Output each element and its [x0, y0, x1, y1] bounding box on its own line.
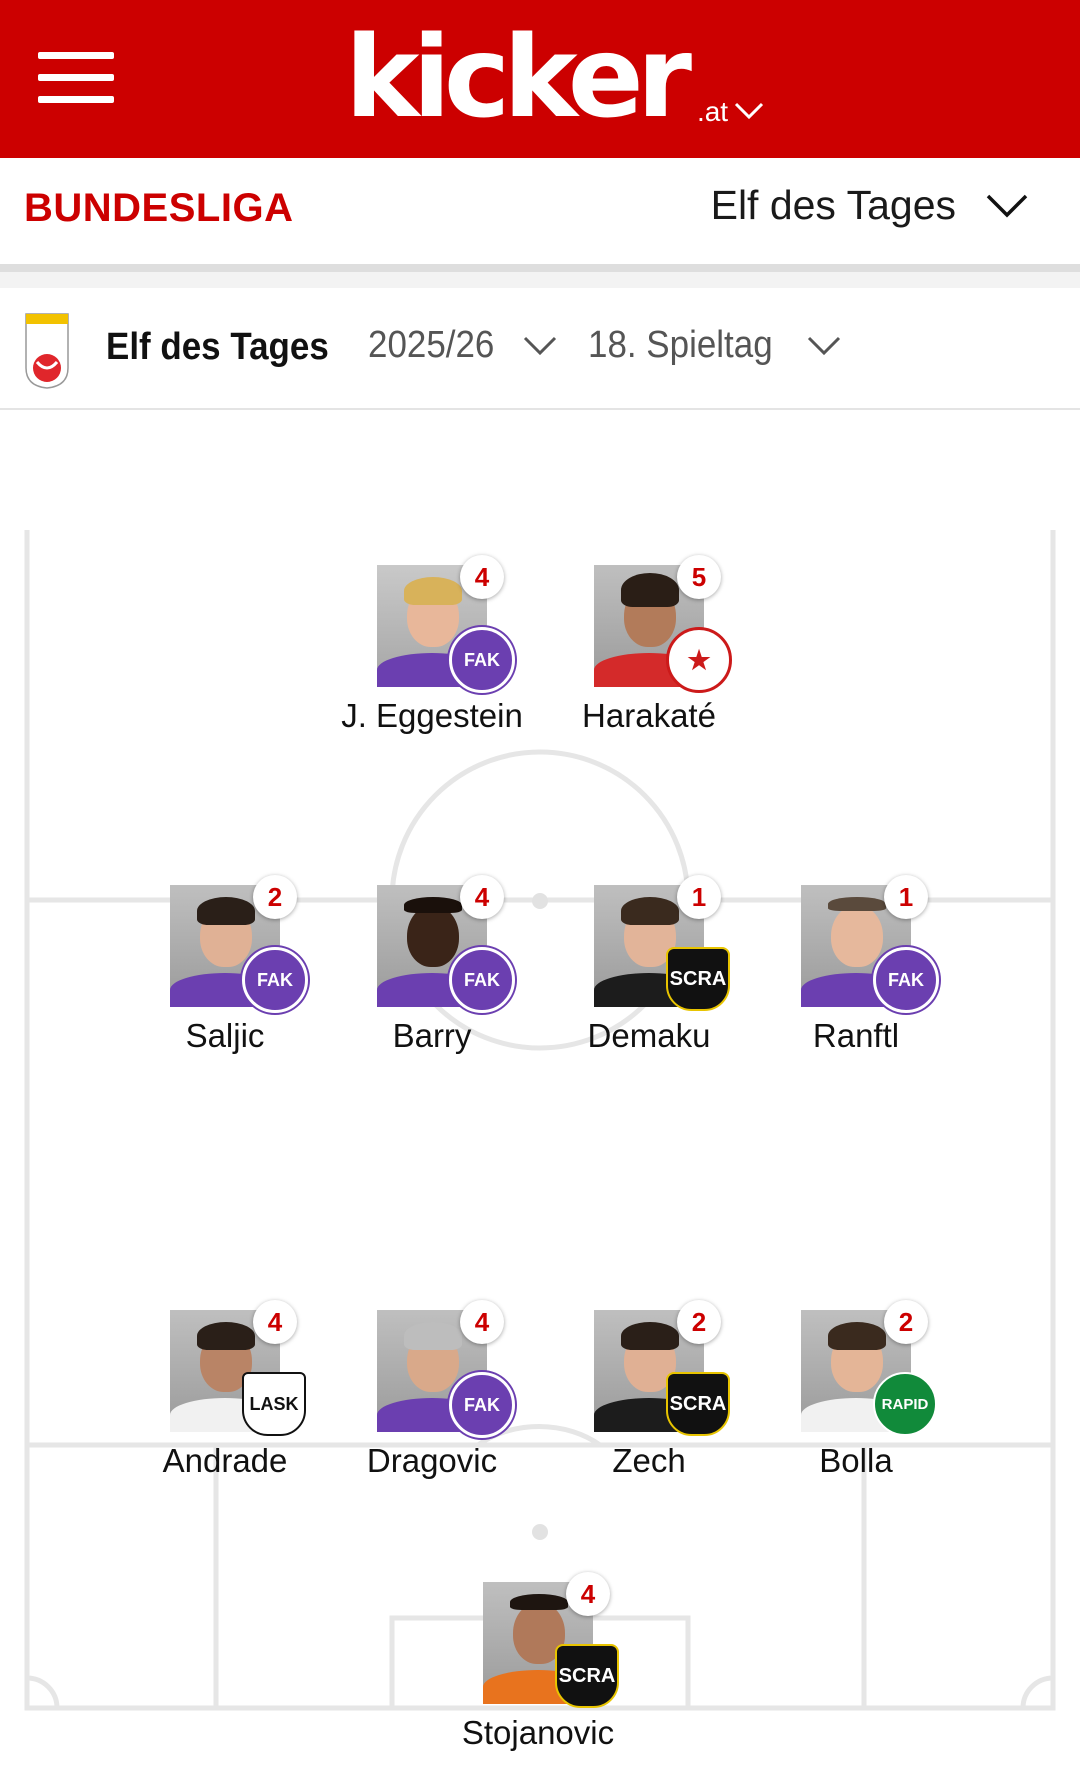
rating-badge: 4: [460, 555, 504, 599]
player-name: J. Eggestein: [341, 697, 523, 734]
player-card[interactable]: SCRA 1 Demaku: [549, 875, 749, 1075]
season-dropdown[interactable]: 2025/26: [368, 324, 557, 367]
matchday-dropdown[interactable]: 18. Spieltag: [588, 324, 841, 367]
kicker-logo[interactable]: kicker .at: [345, 14, 764, 134]
player-card[interactable]: RAPID 2 Bolla: [756, 1300, 956, 1500]
club-crest-lask-icon: LASK: [242, 1372, 306, 1436]
rating-badge: 4: [566, 1572, 610, 1616]
player-name: Harakaté: [582, 697, 716, 734]
divider: [0, 264, 1080, 272]
player-card[interactable]: ★ 5 Harakaté: [549, 555, 749, 755]
player-card[interactable]: FAK 4 Dragovic: [332, 1300, 532, 1500]
player-name: Andrade: [162, 1442, 288, 1479]
club-crest-fak-icon: FAK: [873, 947, 939, 1013]
season-label: 2025/26: [368, 324, 495, 366]
club-crest-rapid-icon: RAPID: [873, 1372, 937, 1436]
player-card[interactable]: SCRA 4 Stojanovic: [438, 1572, 638, 1772]
section-dropdown[interactable]: Elf des Tages: [711, 182, 1028, 229]
rating-badge: 2: [677, 1300, 721, 1344]
club-crest-scra-icon: SCRA: [555, 1644, 619, 1708]
rating-badge: 4: [460, 875, 504, 919]
club-crest-gak-icon: ★: [666, 627, 732, 693]
bundesliga-badge-icon: [25, 313, 69, 389]
rating-badge: 2: [253, 875, 297, 919]
rating-badge: 1: [884, 875, 928, 919]
player-card[interactable]: LASK 4 Andrade: [125, 1300, 325, 1500]
player-name: Bolla: [819, 1442, 893, 1479]
section-dropdown-label: Elf des Tages: [710, 182, 956, 228]
pitch-lines: [24, 530, 1056, 1711]
chevron-down-icon: [807, 336, 840, 355]
filter-bar: Elf des Tages 2025/26 18. Spieltag: [0, 288, 1080, 410]
sub-navigation: BUNDESLIGA Elf des Tages: [0, 158, 1080, 264]
matchday-label: 18. Spieltag: [588, 324, 773, 366]
player-name: Demaku: [587, 1017, 711, 1054]
league-link[interactable]: BUNDESLIGA: [24, 186, 293, 231]
chevron-down-icon: [524, 336, 557, 355]
rating-badge: 4: [460, 1300, 504, 1344]
rating-badge: 2: [884, 1300, 928, 1344]
club-crest-scra-icon: SCRA: [666, 1372, 730, 1436]
rating-badge: 4: [253, 1300, 297, 1344]
player-name: Zech: [612, 1442, 686, 1479]
rating-badge: 5: [677, 555, 721, 599]
chevron-down-icon: [735, 102, 764, 120]
rating-badge: 1: [677, 875, 721, 919]
top-bar: kicker .at: [0, 0, 1080, 158]
player-card[interactable]: FAK 2 Saljic: [125, 875, 325, 1075]
player-name: Ranftl: [812, 1017, 900, 1054]
divider: [0, 272, 1080, 288]
player-name: Saljic: [185, 1017, 265, 1054]
player-card[interactable]: SCRA 2 Zech: [549, 1300, 749, 1500]
chevron-down-icon: [986, 194, 1028, 217]
player-name: Stojanovic: [461, 1714, 615, 1751]
page-title: Elf des Tages: [106, 326, 329, 368]
player-name: Barry: [392, 1017, 472, 1054]
brand-name: kicker: [345, 13, 692, 143]
hamburger-menu-icon[interactable]: [38, 50, 114, 104]
club-crest-scra-icon: SCRA: [666, 947, 730, 1011]
pitch: FAK 4 J. Eggestein ★ 5 Harakaté FAK 2 Sa…: [0, 410, 1080, 1779]
player-card[interactable]: FAK 1 Ranftl: [756, 875, 956, 1075]
player-card[interactable]: FAK 4 J. Eggestein: [332, 555, 532, 755]
club-crest-fak-icon: FAK: [449, 627, 515, 693]
club-crest-fak-icon: FAK: [449, 1372, 515, 1438]
club-crest-fak-icon: FAK: [449, 947, 515, 1013]
player-name: Dragovic: [366, 1442, 498, 1479]
club-crest-fak-icon: FAK: [242, 947, 308, 1013]
player-card[interactable]: FAK 4 Barry: [332, 875, 532, 1075]
brand-suffix: .at: [696, 96, 729, 127]
